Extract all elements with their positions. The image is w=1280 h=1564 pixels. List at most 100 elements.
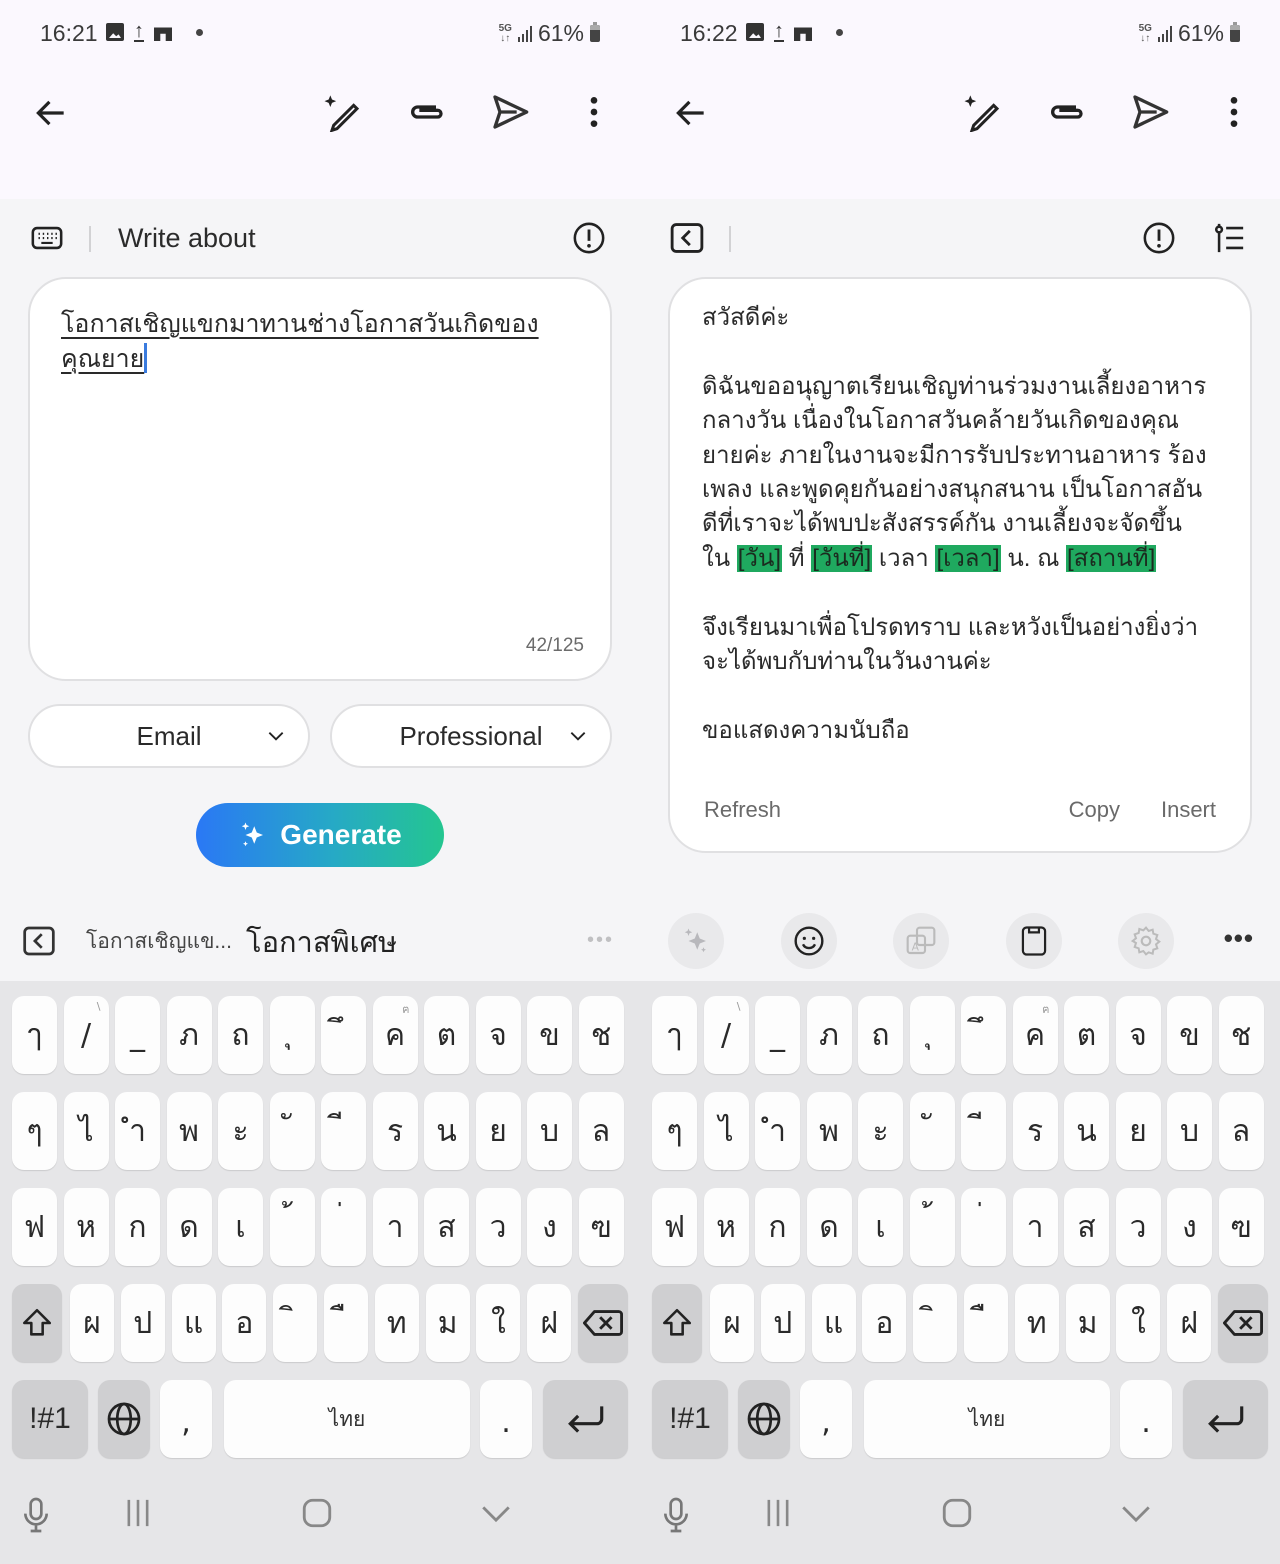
key[interactable]: ว [1115, 1188, 1161, 1266]
key[interactable]: ด [166, 1188, 212, 1266]
key[interactable]: ฃ [1218, 1188, 1264, 1266]
suggestion-item[interactable]: โอกาสพิเศษ [246, 919, 397, 965]
key[interactable]: ภ [806, 996, 852, 1074]
key[interactable]: แ [811, 1284, 856, 1362]
key[interactable]: ะ [858, 1092, 903, 1170]
key[interactable]: ไ [63, 1092, 109, 1170]
key[interactable]: า [372, 1188, 418, 1266]
key[interactable]: ่ [321, 1188, 366, 1266]
space-key[interactable]: ไทย [224, 1380, 470, 1458]
key[interactable]: ส [424, 1188, 469, 1266]
key[interactable]: อ [862, 1284, 907, 1362]
key[interactable]: พ [806, 1092, 852, 1170]
key[interactable]: ๅ [652, 996, 697, 1074]
back-to-input-icon[interactable] [670, 221, 704, 255]
key[interactable]: ำ [755, 1092, 800, 1170]
key[interactable]: ึ [961, 996, 1006, 1074]
key[interactable]: คฅ [372, 996, 418, 1074]
key[interactable]: เ [858, 1188, 903, 1266]
key[interactable]: ท [374, 1284, 419, 1362]
key[interactable]: บ [527, 1092, 572, 1170]
send-icon[interactable] [490, 92, 530, 132]
key[interactable]: แ [171, 1284, 216, 1362]
ai-pen-icon[interactable] [962, 92, 1002, 132]
home-icon[interactable] [300, 1496, 334, 1530]
key[interactable]: ข [527, 996, 572, 1074]
key[interactable]: ื [324, 1284, 368, 1362]
more-tools-icon[interactable]: ••• [1224, 923, 1254, 954]
key[interactable]: ก [115, 1188, 160, 1266]
key[interactable]: ถ [858, 996, 903, 1074]
key[interactable]: ้ [269, 1188, 315, 1266]
key[interactable]: ต [1064, 996, 1109, 1074]
insert-button[interactable]: Insert [1161, 797, 1216, 823]
keyboard-settings-button[interactable] [1118, 913, 1174, 969]
key[interactable]: ผ [710, 1284, 754, 1362]
key[interactable]: ง [527, 1188, 572, 1266]
refresh-button[interactable]: Refresh [704, 797, 781, 823]
format-dropdown[interactable]: Email [28, 704, 310, 768]
key[interactable]: ด [806, 1188, 852, 1266]
copy-button[interactable]: Copy [1069, 797, 1120, 823]
key[interactable]: ข [1167, 996, 1212, 1074]
clipboard-button[interactable] [1006, 913, 1062, 969]
suggestion-item[interactable]: โอกาสเชิญแข... [86, 925, 232, 958]
tone-dropdown[interactable]: Professional [330, 704, 612, 768]
send-icon[interactable] [1130, 92, 1170, 132]
enter-key[interactable] [1183, 1380, 1268, 1458]
key[interactable]: ฝ [527, 1284, 572, 1362]
more-suggestions-icon[interactable]: ••• [587, 929, 614, 952]
key[interactable]: ม [425, 1284, 470, 1362]
language-key[interactable] [98, 1380, 150, 1458]
key[interactable]: ไ [703, 1092, 749, 1170]
keyboard-icon[interactable] [30, 221, 64, 255]
period-key[interactable]: . [1120, 1380, 1172, 1458]
period-key[interactable]: . [480, 1380, 532, 1458]
key[interactable]: ่ [961, 1188, 1006, 1266]
key[interactable]: า [1012, 1188, 1058, 1266]
symbols-key[interactable]: !#1 [12, 1380, 88, 1458]
key[interactable]: ป [760, 1284, 805, 1362]
recent-apps-icon[interactable] [122, 1496, 154, 1530]
key[interactable]: ใ [476, 1284, 521, 1362]
language-key[interactable] [738, 1380, 790, 1458]
attach-icon[interactable] [406, 92, 446, 132]
key[interactable]: ื [964, 1284, 1008, 1362]
key[interactable]: ฝ [1167, 1284, 1212, 1362]
key[interactable]: _ [755, 996, 800, 1074]
collapse-suggestions-icon[interactable] [22, 926, 56, 956]
key[interactable]: ง [1167, 1188, 1212, 1266]
info-alert-icon[interactable] [1142, 221, 1176, 255]
voice-input-icon[interactable] [660, 1496, 692, 1534]
attach-icon[interactable] [1046, 92, 1086, 132]
key[interactable]: ี [321, 1092, 366, 1170]
voice-input-icon[interactable] [20, 1496, 52, 1534]
key[interactable]: ล [1218, 1092, 1264, 1170]
key[interactable]: ิ [273, 1284, 318, 1362]
key[interactable]: ึ [321, 996, 366, 1074]
key[interactable]: ี [961, 1092, 1006, 1170]
key[interactable]: ป [120, 1284, 165, 1362]
key[interactable]: ช [1218, 996, 1264, 1074]
key[interactable]: ้ [909, 1188, 955, 1266]
key[interactable]: ว [475, 1188, 521, 1266]
generated-text[interactable]: สวัสดีค่ะ ดิฉันขออนุญาตเรียนเชิญท่านร่วม… [702, 301, 1220, 748]
adjust-settings-icon[interactable] [1212, 221, 1246, 255]
recent-apps-icon[interactable] [762, 1496, 794, 1530]
backspace-key[interactable] [578, 1284, 628, 1362]
key[interactable]: ช [578, 996, 624, 1074]
comma-key[interactable]: , [160, 1380, 212, 1458]
key[interactable]: / \ [703, 996, 749, 1074]
key[interactable]: ฟ [652, 1188, 697, 1266]
key[interactable]: ั [909, 1092, 955, 1170]
key[interactable]: ร [372, 1092, 418, 1170]
key[interactable]: จ [1115, 996, 1161, 1074]
key[interactable]: ุ [909, 996, 955, 1074]
hide-keyboard-icon[interactable] [478, 1496, 514, 1530]
comma-key[interactable]: , [800, 1380, 852, 1458]
placeholder-date[interactable]: [วันที่] [811, 544, 873, 572]
info-alert-icon[interactable] [572, 221, 606, 255]
shift-key[interactable] [652, 1284, 702, 1362]
key[interactable]: ก [755, 1188, 800, 1266]
hide-keyboard-icon[interactable] [1118, 1496, 1154, 1530]
